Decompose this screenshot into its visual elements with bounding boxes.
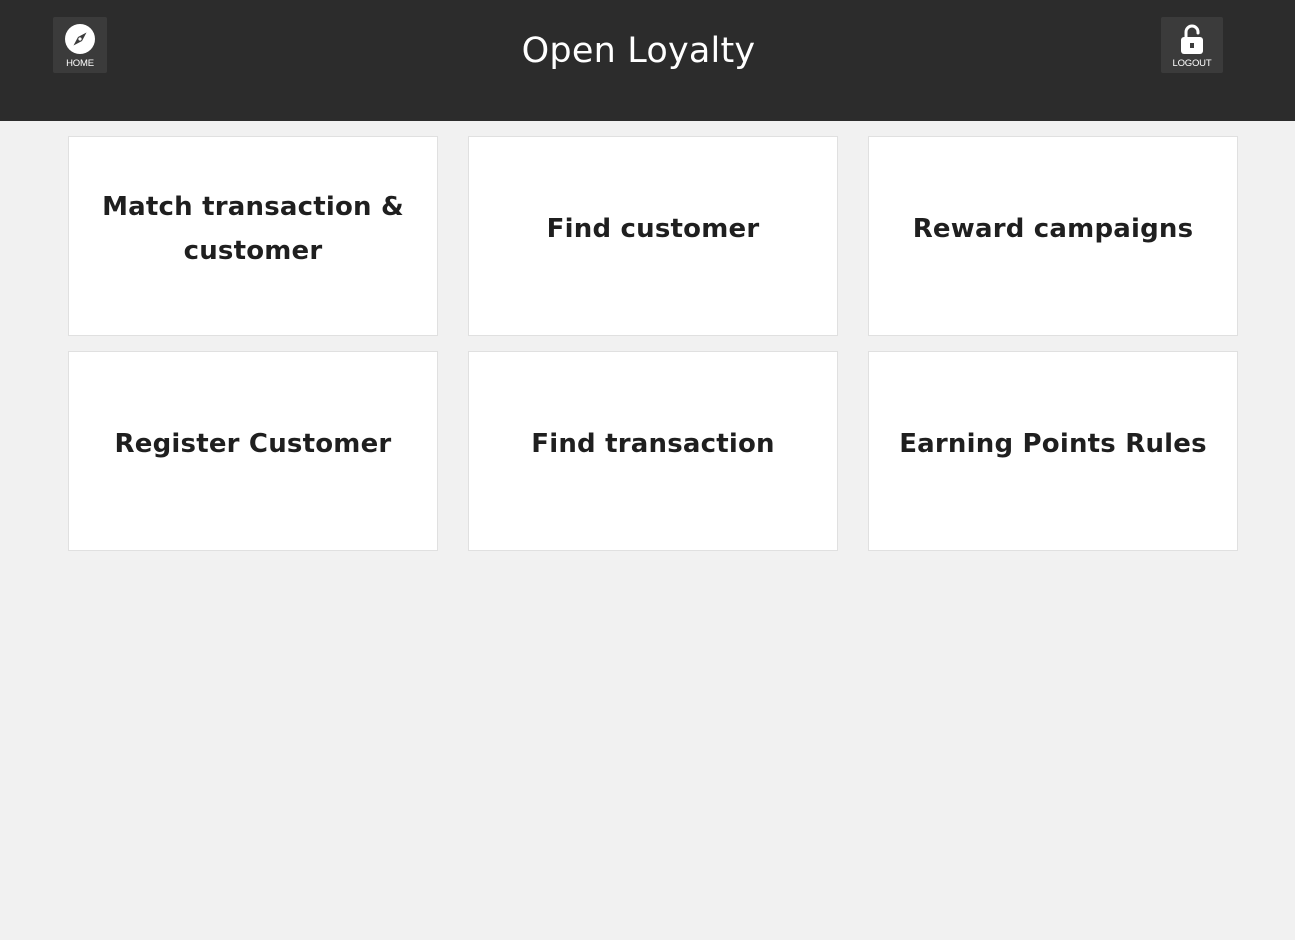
tile-label: Register Customer — [114, 429, 392, 459]
top-bar: HOME Open Loyalty LOGOUT — [0, 0, 1295, 121]
unlocked-padlock-icon — [1181, 24, 1203, 54]
tile-label: Find transaction — [531, 429, 775, 459]
app-title: Open Loyalty — [521, 31, 756, 71]
tile-register-customer[interactable]: Register Customer — [68, 351, 438, 551]
tile-label: Earning Points Rules — [899, 429, 1207, 459]
tile-find-transaction[interactable]: Find transaction — [468, 351, 838, 551]
tile-label: Match transaction & customer — [102, 192, 404, 266]
logout-label: LOGOUT — [1172, 58, 1212, 69]
tile-reward-campaigns[interactable]: Reward campaigns — [868, 136, 1238, 336]
tile-match-transaction-customer[interactable]: Match transaction & customer — [68, 136, 438, 336]
tile-earning-points-rules[interactable]: Earning Points Rules — [868, 351, 1238, 551]
tile-find-customer[interactable]: Find customer — [468, 136, 838, 336]
logout-button[interactable]: LOGOUT — [1161, 17, 1223, 73]
dashboard-tiles: Match transaction & customer Find custom… — [68, 136, 1238, 551]
tile-label: Find customer — [546, 214, 760, 244]
tile-label: Reward campaigns — [912, 214, 1194, 244]
